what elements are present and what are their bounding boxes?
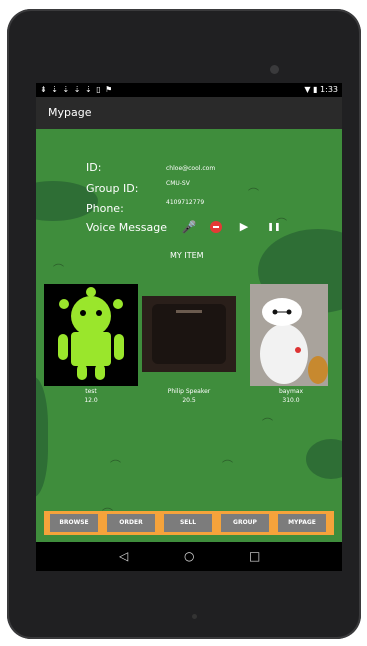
tab-group[interactable]: GROUP <box>221 514 269 532</box>
item-image[interactable] <box>44 284 138 386</box>
grass-decoration: ⌒ <box>110 459 121 472</box>
system-nav-bar: ◁ ○ □ <box>36 542 342 571</box>
status-notification-icons: ⇟ ⇣ ⇣ ⇣ ⇣ ▯ ⚑ <box>40 85 114 94</box>
battery-icon: ▮ <box>313 85 318 94</box>
record-mic-icon[interactable]: 🎤 <box>181 219 197 235</box>
id-value: chloe@cool.com <box>166 165 216 172</box>
item-image[interactable] <box>250 284 328 386</box>
device-sensor <box>192 614 197 619</box>
stop-icon-bar <box>213 226 219 228</box>
item-price: 12.0 <box>84 397 98 404</box>
status-right: ▼ ▮ 1:33 <box>304 85 338 94</box>
phone-label: Phone: <box>86 202 124 215</box>
bush-decoration <box>36 377 48 497</box>
wifi-icon: ▼ <box>304 85 311 94</box>
item-name: Philip Speaker <box>167 388 211 395</box>
group-id-value: CMU-SV <box>166 180 190 187</box>
status-bar: ⇟ ⇣ ⇣ ⇣ ⇣ ▯ ⚑ ▼ ▮ 1:33 <box>36 83 342 97</box>
app-screen: ⇟ ⇣ ⇣ ⇣ ⇣ ▯ ⚑ ▼ ▮ 1:33 Mypage ⌒ ⌒ ⌒ ⌒ ⌒ … <box>36 83 342 571</box>
id-label: ID: <box>86 161 102 174</box>
recent-apps-icon[interactable]: □ <box>249 550 260 562</box>
item-name: test <box>85 388 97 395</box>
page-title: Mypage <box>48 106 92 119</box>
item-price: 310.0 <box>282 397 300 404</box>
item-price: 20.5 <box>182 397 196 404</box>
bush-decoration <box>306 439 342 479</box>
bottom-tab-strip: BROWSE ORDER SELL GROUP MYPAGE <box>44 511 334 535</box>
tab-browse[interactable]: BROWSE <box>50 514 98 532</box>
grass-decoration: ⌒ <box>248 187 259 200</box>
status-time: 1:33 <box>320 85 338 94</box>
tab-order[interactable]: ORDER <box>107 514 155 532</box>
play-icon[interactable]: ▶ <box>236 219 252 235</box>
action-bar: Mypage <box>36 97 342 129</box>
group-id-label: Group ID: <box>86 182 139 195</box>
front-camera <box>270 65 279 74</box>
stop-icon[interactable] <box>208 219 224 235</box>
tab-sell[interactable]: SELL <box>164 514 212 532</box>
my-item-title: MY ITEM <box>170 251 204 260</box>
back-icon[interactable]: ◁ <box>119 550 128 562</box>
home-icon[interactable]: ○ <box>184 550 194 562</box>
tab-mypage[interactable]: MYPAGE <box>278 514 326 532</box>
grass-decoration: ⌒ <box>262 417 273 430</box>
content-area: ⌒ ⌒ ⌒ ⌒ ⌒ ⌒ ⌒ ⌒ ⌒ ID: chloe@cool.com Gro… <box>36 129 342 542</box>
grass-decoration: ⌒ <box>53 263 64 276</box>
item-name: baymax <box>278 388 304 395</box>
phone-value: 4109712779 <box>166 199 205 206</box>
voice-message-label: Voice Message <box>86 221 167 234</box>
item-image[interactable] <box>142 296 236 372</box>
pause-icon[interactable]: ❚❚ <box>266 219 282 235</box>
grass-decoration: ⌒ <box>222 459 233 472</box>
